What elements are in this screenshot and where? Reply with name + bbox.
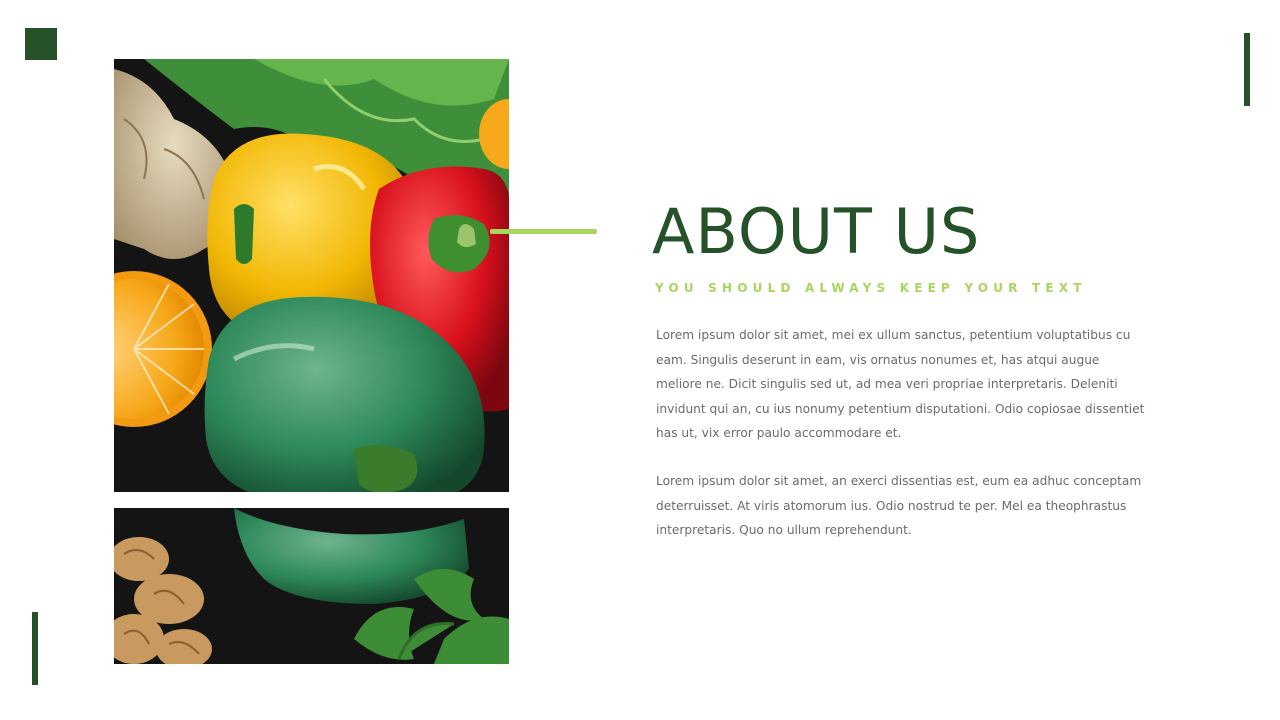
accent-line: [490, 229, 597, 234]
slide-subtitle: YOU SHOULD ALWAYS KEEP YOUR TEXT: [655, 281, 1087, 295]
decor-bar-top-right: [1244, 33, 1250, 106]
vegetables-photo: [114, 59, 509, 664]
body-paragraph-1: Lorem ipsum dolor sit amet, mei ex ullum…: [656, 328, 1145, 441]
body-paragraph-2: Lorem ipsum dolor sit amet, an exerci di…: [656, 474, 1142, 538]
slide-title: ABOUT US: [652, 195, 981, 268]
decor-square: [25, 28, 57, 60]
decor-bar-bottom-left: [32, 612, 38, 685]
photo-divider: [114, 492, 509, 508]
